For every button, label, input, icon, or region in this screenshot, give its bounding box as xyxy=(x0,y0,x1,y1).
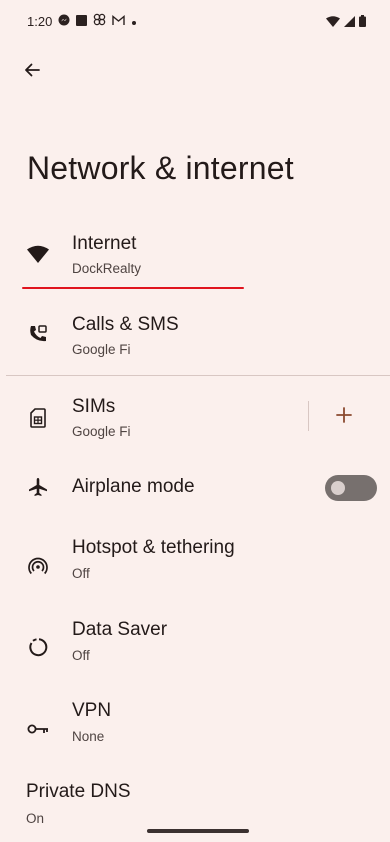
sims-action-separator xyxy=(308,401,309,431)
calls-sms-item[interactable]: Calls & SMS Google Fi xyxy=(0,296,390,376)
section-divider xyxy=(6,375,390,376)
vpn-title: VPN xyxy=(72,700,112,721)
sims-subtitle: Google Fi xyxy=(72,424,131,439)
signal-icon xyxy=(344,14,355,32)
square-notification-icon xyxy=(76,13,87,31)
airplane-mode-toggle[interactable] xyxy=(325,475,377,501)
add-icon xyxy=(336,407,352,423)
back-button[interactable] xyxy=(18,56,46,84)
dot-icon xyxy=(131,13,137,31)
data-saver-item[interactable]: Data Saver Off xyxy=(0,608,390,688)
private-dns-subtitle: On xyxy=(26,811,45,826)
pinwheel-icon xyxy=(93,13,106,31)
vpn-subtitle: None xyxy=(72,729,105,744)
sims-title: SIMs xyxy=(72,396,116,417)
calls-sms-subtitle: Google Fi xyxy=(72,342,131,357)
vpn-key-icon xyxy=(26,717,50,741)
hotspot-tethering-item[interactable]: Hotspot & tethering Off xyxy=(0,526,390,606)
battery-icon xyxy=(359,14,366,32)
system-icons xyxy=(326,14,366,32)
notification-icons xyxy=(58,13,137,31)
sim-card-icon xyxy=(26,406,50,430)
internet-title: Internet xyxy=(72,233,137,254)
data-saver-title: Data Saver xyxy=(72,619,168,640)
wifi-icon xyxy=(26,242,50,266)
gmail-icon xyxy=(112,13,125,31)
private-dns-title: Private DNS xyxy=(26,781,131,802)
status-time: 1:20 xyxy=(27,14,53,29)
data-saver-icon xyxy=(26,635,50,659)
phone-sms-icon xyxy=(26,322,50,346)
data-saver-subtitle: Off xyxy=(72,648,90,663)
vpn-item[interactable]: VPN None xyxy=(0,690,390,770)
hotspot-title: Hotspot & tethering xyxy=(72,537,235,558)
hotspot-icon xyxy=(26,554,50,578)
status-bar: 1:20 xyxy=(0,0,390,40)
internet-subtitle: DockRealty xyxy=(72,261,142,276)
hotspot-subtitle: Off xyxy=(72,566,90,581)
toggle-knob xyxy=(331,481,345,495)
add-sim-button[interactable] xyxy=(329,400,359,430)
messenger-icon xyxy=(58,13,70,31)
back-arrow-icon xyxy=(25,63,40,77)
red-underline-annotation xyxy=(22,287,244,289)
wifi-icon xyxy=(326,14,340,32)
page-title: Network & internet xyxy=(27,150,294,186)
airplane-icon xyxy=(26,475,50,499)
internet-item[interactable]: Internet DockRealty xyxy=(0,214,390,294)
home-indicator[interactable] xyxy=(147,829,249,833)
airplane-mode-title: Airplane mode xyxy=(72,476,195,497)
calls-sms-title: Calls & SMS xyxy=(72,314,179,335)
